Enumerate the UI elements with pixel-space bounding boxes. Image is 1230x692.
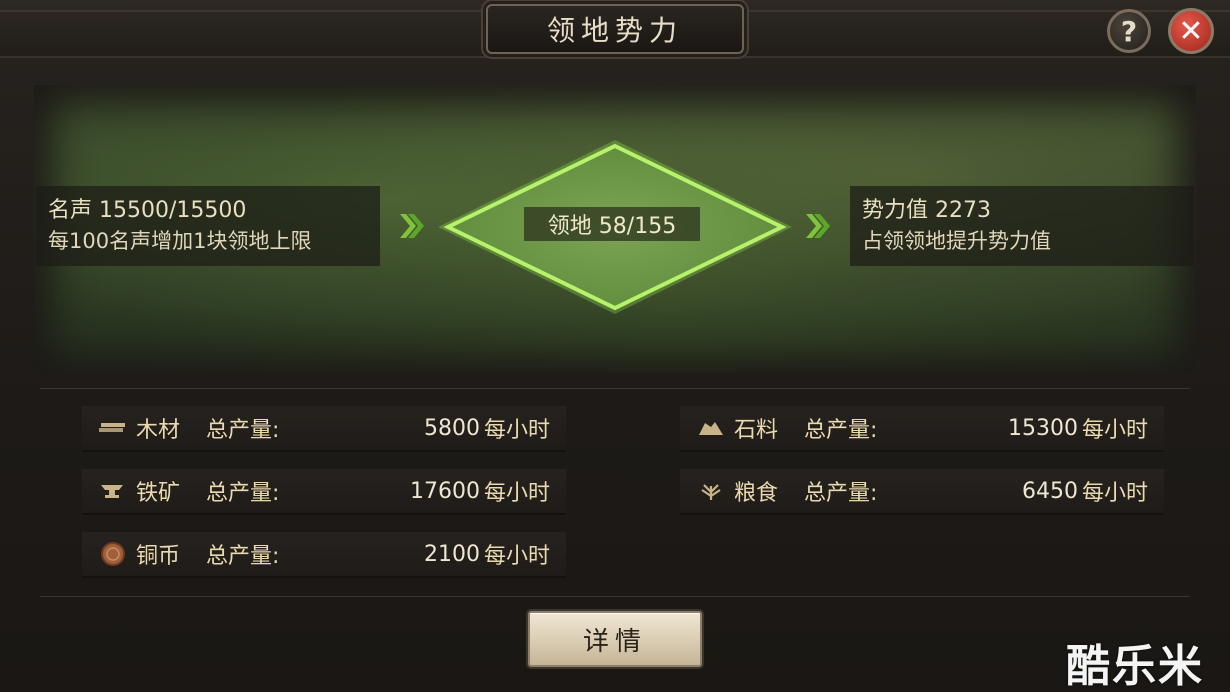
total-label: 总产量: bbox=[804, 418, 878, 443]
total-label: 总产量: bbox=[206, 418, 280, 443]
stone-icon bbox=[696, 416, 726, 440]
power-panel: 势力值 2273 占领领地提升势力值 bbox=[850, 186, 1194, 266]
title-plate: 领地势力 bbox=[486, 4, 744, 54]
grain-icon bbox=[696, 479, 726, 503]
resource-row-iron: 铁矿 总产量: 17600 每小时 bbox=[82, 469, 566, 515]
wood-icon bbox=[98, 416, 128, 440]
divider bbox=[40, 388, 1190, 389]
total-label: 总产量: bbox=[206, 481, 280, 506]
resource-unit: 每小时 bbox=[1081, 418, 1148, 443]
divider bbox=[40, 596, 1190, 597]
resource-unit: 每小时 bbox=[483, 544, 550, 569]
resource-name: 铜币 bbox=[136, 544, 181, 569]
power-description: 占领领地提升势力值 bbox=[862, 229, 1051, 253]
watermark-logo: 酷乐米 bbox=[1066, 641, 1204, 692]
resource-row-wood: 木材 总产量: 5800 每小时 bbox=[82, 406, 566, 452]
resource-value: 5800 bbox=[423, 415, 480, 441]
total-label: 总产量: bbox=[804, 481, 878, 506]
resource-name: 粮食 bbox=[734, 481, 779, 506]
arrow-right-icon bbox=[400, 214, 424, 238]
detail-button[interactable]: 详情 bbox=[528, 611, 702, 667]
resource-value: 15300 bbox=[1007, 415, 1078, 441]
resource-value: 17600 bbox=[409, 478, 480, 504]
coin-icon bbox=[98, 542, 128, 566]
resource-value: 6450 bbox=[1021, 478, 1078, 504]
arrow-right-icon bbox=[806, 214, 830, 238]
fame-description: 每100名声增加1块领地上限 bbox=[48, 229, 312, 253]
resource-row-stone: 石料 总产量: 15300 每小时 bbox=[680, 406, 1164, 452]
dialog-title: 领地势力 bbox=[546, 14, 683, 47]
help-button[interactable]: ? bbox=[1107, 9, 1151, 53]
total-label: 总产量: bbox=[206, 544, 280, 569]
resource-name: 木材 bbox=[136, 418, 181, 443]
fame-panel: 名声 15500/15500 每100名声增加1块领地上限 bbox=[36, 186, 380, 266]
resource-value: 2100 bbox=[423, 541, 480, 567]
resource-name: 石料 bbox=[734, 418, 779, 443]
close-icon: ✕ bbox=[1178, 13, 1204, 49]
fame-value: 名声 15500/15500 bbox=[48, 198, 247, 223]
territory-count: 领地 58/155 bbox=[524, 207, 700, 241]
resource-name: 铁矿 bbox=[136, 481, 181, 506]
resource-row-coin: 铜币 总产量: 2100 每小时 bbox=[82, 532, 566, 578]
power-value: 势力值 2273 bbox=[862, 198, 991, 223]
resource-unit: 每小时 bbox=[483, 481, 550, 506]
resource-unit: 每小时 bbox=[483, 418, 550, 443]
anvil-icon bbox=[98, 479, 128, 503]
resource-unit: 每小时 bbox=[1081, 481, 1148, 506]
help-icon: ? bbox=[1120, 14, 1138, 48]
close-button[interactable]: ✕ bbox=[1168, 8, 1214, 54]
resource-row-grain: 粮食 总产量: 6450 每小时 bbox=[680, 469, 1164, 515]
